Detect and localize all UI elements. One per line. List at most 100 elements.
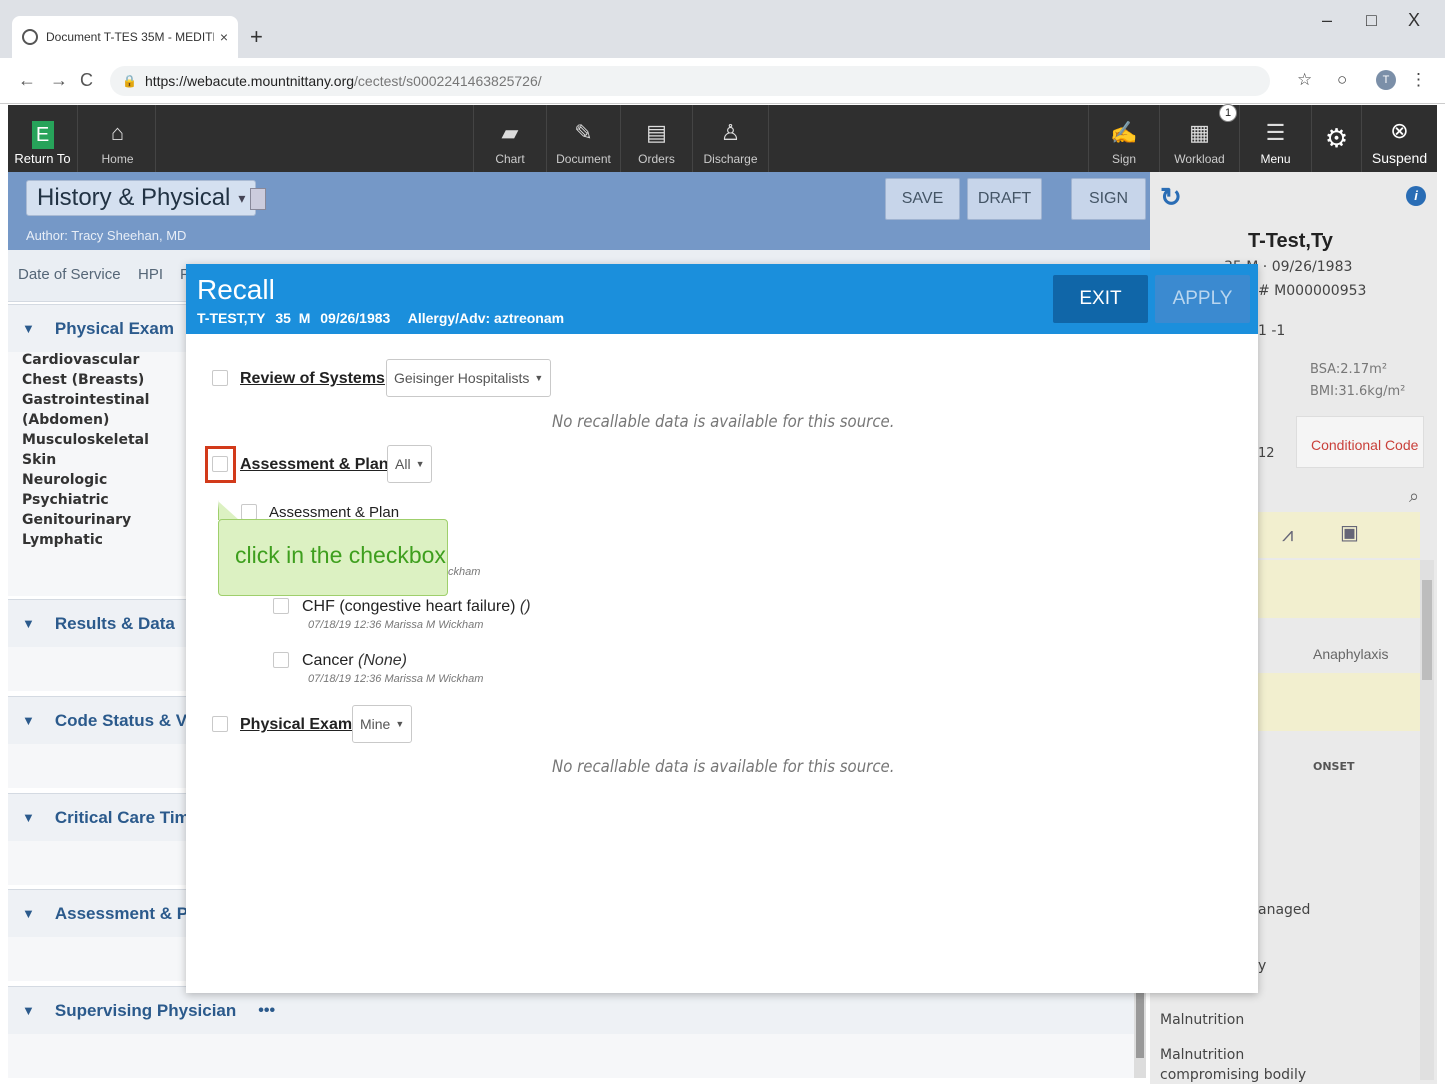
maximize-button[interactable]: □ <box>1366 10 1377 31</box>
document-header: History & Physical ▾ Author: Tracy Sheeh… <box>8 172 1150 250</box>
allergy-reaction: Anaphylaxis <box>1313 646 1389 662</box>
yellow-band <box>1258 673 1420 731</box>
left-scrollbar[interactable] <box>1134 980 1146 1078</box>
return-to-button[interactable]: E Return To <box>8 105 78 172</box>
apply-button[interactable]: APPLY <box>1155 275 1250 323</box>
instruction-callout: click in the checkbox <box>218 519 448 596</box>
browser-menu-icon[interactable]: ⋮ <box>1410 70 1427 90</box>
checkbox-highlight <box>205 446 236 483</box>
assessment-plan-sub-checkbox[interactable] <box>241 504 257 520</box>
recall-age-sex: 35 M <box>275 310 311 326</box>
section-supervising-physician[interactable]: ▼ Supervising Physician ••• <box>8 986 1138 1034</box>
right-scrollbar[interactable] <box>1420 560 1434 1080</box>
list-item[interactable]: Genitourinary <box>22 510 149 530</box>
list-item[interactable]: Chest (Breasts) <box>22 370 149 390</box>
close-circle-icon: ⊗ <box>1390 118 1409 143</box>
clipboard-icon[interactable]: ▣ <box>1340 520 1359 544</box>
review-of-systems-checkbox[interactable] <box>212 370 228 386</box>
author-label: Author: Tracy Sheehan, MD <box>26 228 187 243</box>
caret-down-icon: ▼ <box>534 373 544 383</box>
physical-exam-list: Cardiovascular Chest (Breasts) Gastroint… <box>22 350 149 550</box>
settings-button[interactable]: ⚙ <box>1312 105 1362 172</box>
back-icon[interactable]: ← <box>18 70 36 91</box>
physical-exam-checkbox[interactable] <box>212 716 228 732</box>
document-type-select[interactable]: History & Physical ▾ <box>26 180 257 216</box>
managed-text: anaged <box>1258 902 1311 918</box>
recall-dob: 09/26/1983 <box>320 310 391 326</box>
patient-mrn: # M000000953 <box>1258 283 1367 299</box>
calendar-icon: ▦ <box>1189 120 1210 145</box>
gear-icon: ⚙ <box>1324 123 1349 153</box>
bmi-value: BMI:31.6kg/m² <box>1310 384 1406 399</box>
save-button[interactable]: SAVE <box>885 178 960 220</box>
globe-icon <box>22 29 38 45</box>
list-item[interactable]: Cardiovascular <box>22 350 149 370</box>
section-label: Assessment & Pla <box>54 903 203 923</box>
chevron-down-icon: ▼ <box>22 810 35 825</box>
sign-button[interactable]: ✍ Sign <box>1088 105 1160 172</box>
section-label: Supervising Physician <box>54 1000 237 1020</box>
list-item[interactable]: Psychiatric <box>22 490 149 510</box>
chf-status: () <box>519 598 531 615</box>
review-of-systems-label[interactable]: Review of Systems <box>240 370 385 388</box>
info-icon[interactable]: i <box>1406 186 1426 206</box>
document-label: Document <box>556 152 611 166</box>
assessment-plan-label[interactable]: Assessment & Plan <box>240 456 389 474</box>
chevron-down-icon: ▼ <box>22 713 35 728</box>
search-icon[interactable]: ⌕ <box>1409 486 1419 507</box>
profile-avatar[interactable]: T <box>1376 70 1396 90</box>
physical-exam-label[interactable]: Physical Exam <box>240 716 352 734</box>
patient-code: 1 -1 <box>1258 323 1286 339</box>
home-icon: ⌂ <box>110 120 125 145</box>
source-value: All <box>395 456 411 472</box>
scrollbar-thumb[interactable] <box>1136 984 1144 1058</box>
trend-icon[interactable]: ⩘ <box>1282 522 1293 546</box>
cancer-checkbox[interactable] <box>273 652 289 668</box>
browser-tab-bar: Document T-TES 35M - MEDITEC × + – □ X <box>0 0 1445 58</box>
scrollbar-thumb[interactable] <box>1422 580 1432 680</box>
physical-exam-source-select[interactable]: Mine ▼ <box>352 705 413 743</box>
close-window-button[interactable]: X <box>1408 10 1420 31</box>
conditional-code-link[interactable]: Conditional Code <box>1296 416 1424 468</box>
extension-icon[interactable]: ○ <box>1337 70 1347 90</box>
problem-malnutrition-2: Malnutrition <box>1160 1047 1245 1063</box>
draft-button[interactable]: DRAFT <box>967 178 1042 220</box>
forward-icon[interactable]: → <box>50 70 68 91</box>
browser-tab[interactable]: Document T-TES 35M - MEDITEC × <box>12 16 238 58</box>
bookmark-star-icon[interactable]: ☆ <box>1297 70 1312 90</box>
list-item[interactable]: Musculoskeletal <box>22 430 149 450</box>
menu-button[interactable]: ☰ Menu <box>1240 105 1312 172</box>
list-item[interactable]: (Abdomen) <box>22 410 149 430</box>
notes-icon[interactable] <box>250 188 266 210</box>
minimize-button[interactable]: – <box>1322 10 1332 31</box>
review-of-systems-source-select[interactable]: Geisinger Hospitalists ▼ <box>386 359 552 397</box>
callout-text: click in the checkbox <box>235 542 446 568</box>
list-item[interactable]: Gastrointestinal <box>22 390 149 410</box>
url-field[interactable]: 🔒 https://webacute.mountnittany.org/cect… <box>110 66 1270 96</box>
tab-close-icon[interactable]: × <box>220 29 228 45</box>
tab-date-of-service[interactable]: Date of Service <box>18 266 121 283</box>
chevron-down-icon: ▼ <box>22 321 35 336</box>
list-item[interactable]: Lymphatic <box>22 530 149 550</box>
list-item[interactable]: Skin <box>22 450 149 470</box>
list-item[interactable]: Neurologic <box>22 470 149 490</box>
sign-doc-button[interactable]: SIGN <box>1071 178 1146 220</box>
more-options-icon[interactable]: ••• <box>258 1002 275 1020</box>
callout-tail-fill <box>219 502 239 520</box>
no-data-message: No recallable data is available for this… <box>552 412 895 432</box>
tab-hpi[interactable]: HPI <box>138 266 163 283</box>
suspend-button[interactable]: ⊗ Suspend <box>1362 105 1437 172</box>
chart-button[interactable]: ▰ Chart <box>473 105 547 172</box>
discharge-button[interactable]: ♙ Discharge <box>693 105 769 172</box>
discharge-icon: ♙ <box>720 120 741 145</box>
reload-icon[interactable]: C <box>80 70 93 91</box>
document-button[interactable]: ✎ Document <box>547 105 621 172</box>
refresh-icon[interactable]: ↻ <box>1160 182 1182 213</box>
orders-button[interactable]: ▤ Orders <box>621 105 693 172</box>
chf-checkbox[interactable] <box>273 598 289 614</box>
new-tab-button[interactable]: + <box>250 24 263 50</box>
home-button[interactable]: ⌂ Home <box>80 105 156 172</box>
exit-button[interactable]: EXIT <box>1053 275 1148 323</box>
source-value: Geisinger Hospitalists <box>394 370 530 386</box>
assessment-plan-source-select[interactable]: All ▼ <box>387 445 433 483</box>
